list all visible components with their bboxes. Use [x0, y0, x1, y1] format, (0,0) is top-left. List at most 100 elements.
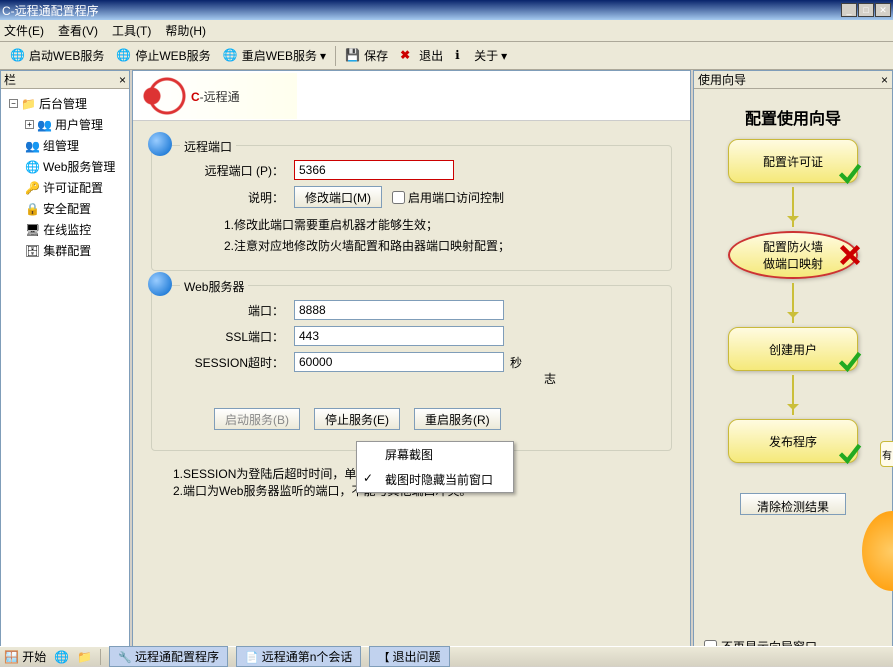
minimize-button[interactable]: _ [841, 3, 857, 17]
session-timeout-input[interactable] [294, 352, 504, 372]
cluster-icon: 🗄 [25, 244, 40, 258]
users-icon: 👥 [37, 118, 52, 132]
cm-screenshot[interactable]: 屏幕截图 [357, 442, 513, 467]
swirl-icon [137, 76, 187, 116]
check-icon: ✓ [363, 471, 373, 485]
web-server-section: Web服务器 端口： SSL端口： SESSION超时： 秒 志 启动服务(B)… [151, 285, 672, 451]
tb-save[interactable]: 💾 保存 [339, 44, 394, 68]
dropdown-icon: ▾ [501, 49, 507, 63]
window-title: C-远程通配置程序 [2, 2, 99, 19]
remote-port-section: 远程端口 远程端口 (P)： 说明： 修改端口(M) 启用端口访问控制 1.修改… [151, 145, 672, 271]
enable-access-input[interactable] [392, 191, 405, 204]
menu-file[interactable]: 文件(E) [4, 22, 44, 39]
monitor-icon: 🖥 [25, 223, 40, 237]
modify-port-button[interactable]: 修改端口(M) [294, 186, 382, 208]
check-icon [837, 348, 863, 374]
arrow-icon [792, 283, 794, 323]
app-logo: C-远程通 [137, 73, 297, 119]
tree-item-monitor[interactable]: 🖥 在线监控 [3, 219, 127, 240]
tree-root[interactable]: − 📁 后台管理 [3, 93, 127, 114]
tree-item-cluster[interactable]: 🗄 集群配置 [3, 240, 127, 261]
left-panel-header: 栏 × [1, 71, 129, 89]
ssl-port-label: SSL端口： [164, 328, 284, 345]
wizard-header: 使用向导 × [694, 71, 892, 89]
arrow-icon [792, 187, 794, 227]
note-1: 1.修改此端口需要重启机器才能够生效； [224, 214, 659, 235]
menu-tools[interactable]: 工具(T) [112, 22, 151, 39]
group-icon: 👥 [25, 139, 40, 153]
side-tab[interactable]: 有 [880, 441, 893, 467]
globe-icon [148, 272, 172, 296]
clear-results-button[interactable]: 清除检测结果 [740, 493, 846, 515]
globe-stop-icon: 🌐 [116, 48, 132, 64]
exit-icon: ✖ [400, 48, 416, 64]
wizard-step-firewall[interactable]: 配置防火墙 做端口映射 [728, 231, 858, 279]
main-area: 栏 × − 📁 后台管理 + 👥 用户管理 👥 组管理 🌐 Web服务管理 [0, 70, 893, 666]
tree-item-user-mgmt[interactable]: + 👥 用户管理 [3, 114, 127, 135]
check-icon [837, 160, 863, 186]
section-legend: Web服务器 [180, 278, 248, 295]
maximize-button[interactable]: □ [858, 3, 874, 17]
collapse-icon[interactable]: − [9, 99, 18, 108]
taskbar: 🪟 开始 🌐 📁 🔧 远程通配置程序 📄 远程通第n个会话 【 退出问题 [0, 646, 893, 666]
web-port-input[interactable] [294, 300, 504, 320]
seconds-label: 秒 [510, 354, 522, 371]
menu-view[interactable]: 查看(V) [58, 22, 98, 39]
wizard-step-publish[interactable]: 发布程序 [728, 419, 858, 463]
note-2: 2.注意对应地修改防火墙配置和路由器端口映射配置； [224, 235, 659, 256]
port-label: 端口： [164, 302, 284, 319]
globe-icon: 🌐 [25, 160, 40, 174]
context-menu: 屏幕截图 ✓ 截图时隐藏当前窗口 [356, 441, 514, 493]
check-icon [837, 440, 863, 466]
menu-help[interactable]: 帮助(H) [165, 22, 206, 39]
close-button[interactable]: ✕ [875, 3, 891, 17]
wizard-step-create-user[interactable]: 创建用户 [728, 327, 858, 371]
arrow-icon [792, 375, 794, 415]
start-button[interactable]: 🪟 开始 [4, 648, 46, 665]
folder-icon: 📁 [21, 97, 36, 111]
tree-item-license[interactable]: 🔑 许可证配置 [3, 177, 127, 198]
wizard-close-icon[interactable]: × [881, 73, 888, 87]
globe-icon [148, 132, 172, 156]
panel-close-icon[interactable]: × [119, 73, 126, 87]
tb-restart-web[interactable]: 🌐 重启WEB服务 ▾ [217, 44, 332, 68]
remote-port-label: 远程端口 (P)： [164, 162, 284, 179]
task-item[interactable]: 🔧 远程通配置程序 [109, 646, 228, 667]
restart-service-button[interactable]: 重启服务(R) [414, 408, 501, 430]
expand-icon[interactable]: + [25, 120, 34, 129]
remote-port-input[interactable] [294, 160, 454, 180]
enable-access-checkbox[interactable]: 启用端口访问控制 [392, 189, 504, 206]
wizard-step-license[interactable]: 配置许可证 [728, 139, 858, 183]
key-icon: 🔑 [25, 181, 40, 195]
separator [100, 649, 101, 665]
globe-refresh-icon: 🌐 [223, 48, 239, 64]
save-icon: 💾 [345, 48, 361, 64]
quicklaunch-icon[interactable]: 🌐 [54, 650, 69, 664]
tb-exit[interactable]: ✖ 退出 [394, 44, 449, 68]
stop-service-button[interactable]: 停止服务(E) [314, 408, 400, 430]
titlebar: C-远程通配置程序 _ □ ✕ [0, 0, 893, 20]
window-controls: _ □ ✕ [841, 3, 891, 17]
desc-label: 说明： [164, 189, 284, 206]
log-label: 志 [544, 370, 556, 387]
session-label: SESSION超时： [164, 354, 284, 371]
tree-item-security[interactable]: 🔒 安全配置 [3, 198, 127, 219]
nav-tree: − 📁 后台管理 + 👥 用户管理 👥 组管理 🌐 Web服务管理 🔑 许可证配… [1, 89, 129, 265]
quicklaunch-icon[interactable]: 📁 [77, 650, 92, 664]
start-service-button[interactable]: 启动服务(B) [214, 408, 300, 430]
cm-hide-window[interactable]: ✓ 截图时隐藏当前窗口 [357, 467, 513, 492]
left-panel: 栏 × − 📁 后台管理 + 👥 用户管理 👥 组管理 🌐 Web服务管理 [0, 70, 130, 666]
dropdown-icon: ▾ [320, 49, 326, 63]
wizard-title: 配置使用向导 [694, 89, 892, 139]
section-legend: 远程端口 [180, 138, 236, 155]
tb-about[interactable]: ℹ 关于 ▾ [449, 44, 513, 68]
logo-area: C-远程通 [133, 71, 690, 121]
tree-item-group-mgmt[interactable]: 👥 组管理 [3, 135, 127, 156]
separator [335, 46, 336, 66]
tb-start-web[interactable]: 🌐 启动WEB服务 [4, 44, 110, 68]
tree-item-web-service[interactable]: 🌐 Web服务管理 [3, 156, 127, 177]
tb-stop-web[interactable]: 🌐 停止WEB服务 [110, 44, 216, 68]
task-item[interactable]: 【 退出问题 [369, 646, 449, 667]
ssl-port-input[interactable] [294, 326, 504, 346]
task-item[interactable]: 📄 远程通第n个会话 [236, 646, 361, 667]
